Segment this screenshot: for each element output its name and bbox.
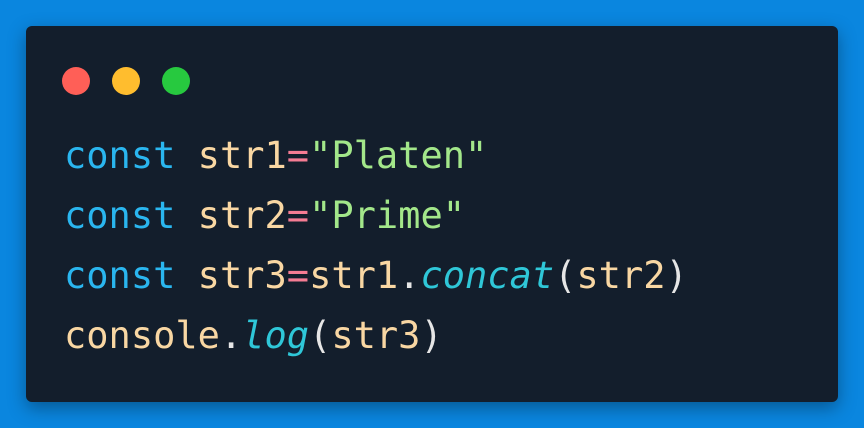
code-line: console.log(str3) <box>64 306 688 366</box>
code-line: const str2="Prime" <box>64 186 688 246</box>
dot-operator: . <box>219 314 243 357</box>
method-name: log <box>242 314 310 357</box>
string-literal: "Prime" <box>309 194 465 237</box>
string-literal: "Platen" <box>309 134 488 177</box>
code-line: const str3=str1.concat(str2) <box>64 246 688 306</box>
keyword: const <box>64 194 176 237</box>
code-window: const str1="Platen" const str2="Prime" con… <box>26 26 838 402</box>
paren-open: ( <box>309 314 332 357</box>
variable: str3 <box>331 314 421 357</box>
code-block: const str1="Platen" const str2="Prime" con… <box>64 126 688 366</box>
variable: str2 <box>197 194 287 237</box>
keyword: const <box>64 134 176 177</box>
variable: str2 <box>576 254 666 297</box>
object-name: console <box>64 314 220 357</box>
paren-open: ( <box>554 254 577 297</box>
operator: = <box>286 134 310 177</box>
dot-operator: . <box>398 254 421 297</box>
paren-close: ) <box>420 314 443 357</box>
code-line: const str1="Platen" <box>64 126 688 186</box>
keyword: const <box>64 254 176 297</box>
operator: = <box>286 194 310 237</box>
variable: str1 <box>309 254 399 297</box>
window-controls <box>62 67 190 95</box>
method-name: concat <box>420 254 555 297</box>
operator: = <box>286 254 310 297</box>
maximize-button[interactable] <box>162 67 190 95</box>
variable: str1 <box>197 134 287 177</box>
minimize-button[interactable] <box>112 67 140 95</box>
close-button[interactable] <box>62 67 90 95</box>
paren-close: ) <box>665 254 688 297</box>
variable: str3 <box>197 254 287 297</box>
